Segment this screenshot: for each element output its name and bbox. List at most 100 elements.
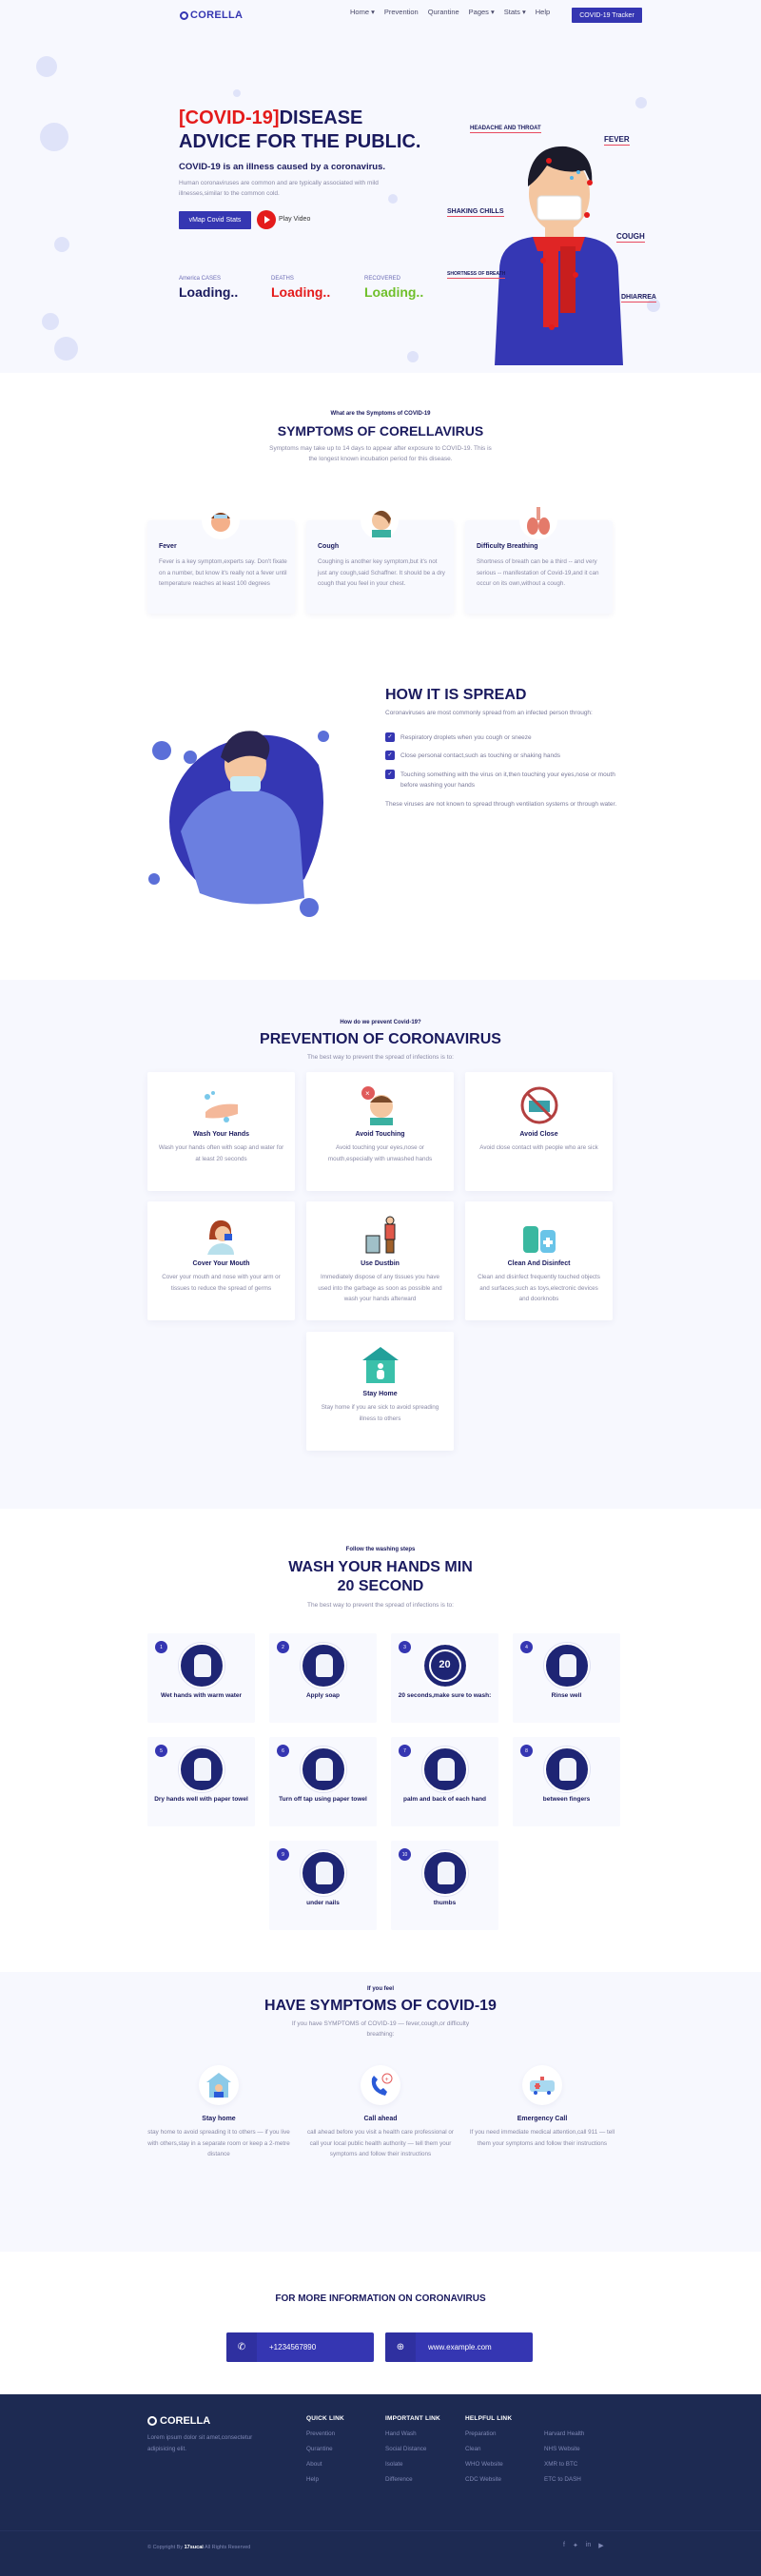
footer: CORELLA Lorem ipsum dolor sit amet,conse… [0,2394,761,2576]
youtube-icon[interactable]: ▶ [598,2542,603,2549]
step-label: between fingers [542,1796,591,1803]
card-text: Avoid touching your eyes,nose or mouth,e… [327,1144,433,1162]
copyright-brand[interactable]: 17sucai [185,2545,204,2550]
wash-step-card: 5 Dry hands well with paper towel [147,1737,255,1826]
callout-diarrhea: DHIARREA [621,294,656,302]
footer-link[interactable]: Preparation [465,2430,512,2437]
step-label: Wet hands with warm water [160,1692,243,1699]
wash-step-card: 8 between fingers [513,1737,620,1826]
footer-link[interactable]: Harvard Health [544,2430,584,2437]
play-video-button[interactable] [257,210,276,229]
symptom-card-fever: Fever Fever is a key symptom,experts say… [147,501,295,614]
stat-value: Loading.. [271,284,331,300]
step-number: 7 [399,1745,411,1757]
step-number: 9 [277,1848,289,1861]
action-title: Emergency Call [517,2116,568,2122]
stat-label: America CASES [179,276,222,282]
section-description: If you have SYMPTOMS of COVID-19 — fever… [291,2020,470,2038]
social-links: f ✦ in ▶ [563,2542,604,2549]
fever-icon [202,501,240,539]
footer-link[interactable]: Social Distance [385,2446,440,2452]
section-title: PREVENTION OF CORONAVIRUS [260,1031,501,1047]
spread-title: HOW IT IS SPREAD [385,687,527,703]
card-text: Clean and disinfect frequently touched o… [478,1274,600,1302]
footer-link[interactable]: CDC Website [465,2476,512,2483]
website-button[interactable]: ⊕ www.example.com [385,2332,533,2362]
hand-icon [315,1654,333,1677]
nav-home[interactable]: Home ▾ [350,8,375,16]
stat-label: RECOVERED [364,276,401,282]
wash-hands-icon [202,1085,242,1125]
twitter-icon[interactable]: ✦ [573,2542,578,2549]
hero-title-rest: DISEASE [279,107,363,128]
have-symptoms-section: If you feel HAVE SYMPTOMS OF COVID-19 If… [0,1972,761,2252]
top-nav: CORELLA Home ▾ Prevention Qurantine Page… [0,0,761,32]
nav-prevention[interactable]: Prevention [384,8,419,16]
prevention-card: Cover Your Mouth Cover your mouth and no… [147,1201,295,1320]
footer-logo[interactable]: CORELLA [147,2415,281,2427]
footer-link[interactable]: Prevention [306,2430,344,2437]
facebook-icon[interactable]: f [563,2542,565,2549]
step-label: thumbs [433,1900,457,1906]
prevention-card: Clean And Disinfect Clean and disinfect … [465,1201,613,1320]
virus-icon [407,351,419,362]
footer-link[interactable]: Isolate [385,2461,440,2468]
footer-link[interactable]: Hand Wash [385,2430,440,2437]
footer-link[interactable]: Help [306,2476,344,2483]
section-kicker: What are the Symptoms of COVID-19 [330,411,431,417]
stat-label: DEATHS [271,276,294,282]
nav-help[interactable]: Help [536,8,550,16]
footer-link[interactable]: WHO Website [465,2461,512,2468]
nav-qurantine[interactable]: Qurantine [428,8,459,16]
card-title: Fever [159,543,177,550]
brand-logo[interactable]: CORELLA [180,10,243,21]
step-label: under nails [306,1900,340,1906]
stat-cases: America CASES Loading.. [179,276,238,300]
vmap-stats-button[interactable]: vMap Covid Stats [179,211,251,229]
virus-icon [40,123,68,151]
phone-button[interactable]: ✆ +1234567890 [226,2332,374,2362]
prevention-card: Wash Your Hands Wash your hands often wi… [147,1072,295,1191]
stat-value: Loading.. [179,284,239,300]
hero-subtitle: COVID-19 is an illness caused by a coron… [179,162,386,172]
footer-link[interactable]: Qurantine [306,2446,344,2452]
footer-link[interactable]: About [306,2461,344,2468]
linkedin-icon[interactable]: in [586,2542,591,2549]
action-text: If you need immediate medical attention,… [469,2129,615,2147]
section-title: SYMPTOMS OF CORELLAVIRUS [277,423,484,439]
nav-pages[interactable]: Pages ▾ [469,8,495,16]
svg-text:+: + [385,2077,389,2083]
hand-wash-icon [300,1850,346,1896]
footer-link[interactable]: NHS Website [544,2446,584,2452]
wash-step-card: 7 palm and back of each hand [391,1737,498,1826]
card-title: Avoid Close [519,1131,558,1138]
disinfect-icon [519,1215,559,1255]
footer-link[interactable]: Difference [385,2476,440,2483]
action-text: call ahead before you visit a health car… [306,2129,454,2157]
card-title: Stay Home [362,1391,398,1397]
virus-icon [42,313,59,330]
symptoms-heading: What are the Symptoms of COVID-19 SYMPTO… [0,373,761,464]
step-label: Turn off tap using paper towel [279,1796,367,1803]
footer-col-title: HELPFUL LINK [465,2415,513,2422]
action-text: stay home to avoid spreading it to other… [147,2129,290,2157]
play-video-label[interactable]: Play Video [279,216,310,223]
step-label: Dry hands well with paper towel [154,1796,248,1803]
footer-link[interactable]: Clean [465,2446,512,2452]
phone-icon: ✆ [226,2332,257,2362]
covid-tracker-button[interactable]: COVID-19 Tracker [572,8,642,23]
step-label: 20 seconds,make sure to wash: [398,1692,492,1699]
copyright: © Copyright By 17sucai All Rights Reserv… [147,2545,250,2550]
spread-item: ✓ Close personal contact,such as touchin… [385,751,618,762]
avoid-close-icon [519,1085,559,1125]
action-call-ahead: + Call ahead call ahead before you visit… [304,2065,457,2160]
footer-link[interactable]: XMR to BTC [544,2461,584,2468]
card-title: Cough [318,543,340,550]
footer-link[interactable]: ETC to DASH [544,2476,584,2483]
step-label: Rinse well [551,1692,582,1699]
copyright-prefix: © Copyright By [147,2545,185,2550]
nav-stats[interactable]: Stats ▾ [504,8,526,16]
prevention-card: × Avoid Touching Avoid touching your eye… [306,1072,454,1191]
symptoms-section: What are the Symptoms of COVID-19 SYMPTO… [0,373,761,646]
prevention-heading: How do we prevent Covid-19? PREVENTION O… [0,980,761,1063]
